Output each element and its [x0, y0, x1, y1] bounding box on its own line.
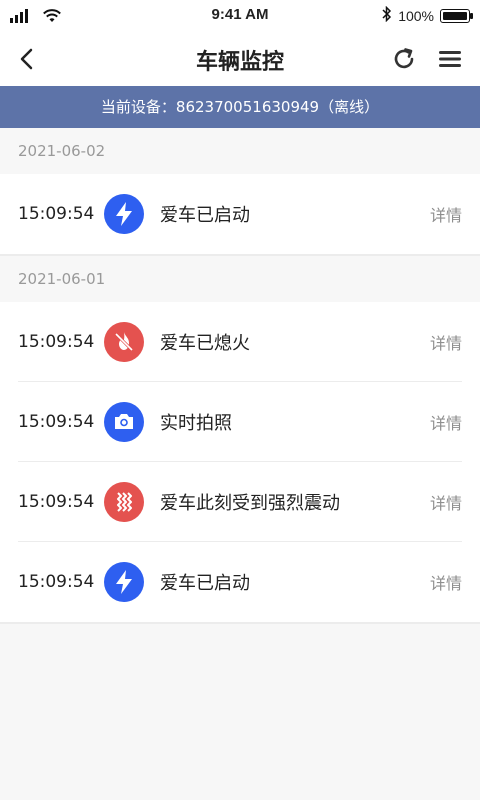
- event-time: 15:09:54: [18, 492, 95, 512]
- event-time: 15:09:54: [18, 412, 95, 432]
- date-header: 2021-06-01: [0, 256, 480, 302]
- battery-percent: 100%: [398, 7, 434, 24]
- detail-link[interactable]: 详情: [430, 330, 462, 354]
- event-text: 爱车已熄火: [160, 333, 250, 354]
- event-group: 15:09:54 爱车已启动 详情: [0, 174, 480, 254]
- refresh-icon[interactable]: [390, 45, 418, 73]
- detail-link[interactable]: 详情: [430, 570, 462, 594]
- event-row[interactable]: 15:09:54 爱车已熄火 详情: [0, 302, 480, 382]
- event-row[interactable]: 15:09:54 爱车已启动 详情: [0, 174, 480, 254]
- event-text: 爱车已启动: [160, 205, 250, 226]
- event-group: 15:09:54 爱车已熄火 详情 15:09:54 实时拍照 详情 15:09…: [0, 302, 480, 622]
- device-banner: 当前设备：862370051630949（离线）: [0, 86, 480, 128]
- menu-icon[interactable]: [436, 45, 464, 73]
- vibration-icon: [104, 482, 144, 522]
- lightning-icon: [104, 562, 144, 602]
- event-text: 爱车已启动: [160, 573, 250, 594]
- flame-off-icon: [104, 322, 144, 362]
- event-text: 实时拍照: [160, 413, 232, 434]
- nav-bar: 车辆监控: [0, 32, 480, 86]
- bluetooth-icon: [382, 5, 392, 25]
- event-time: 15:09:54: [18, 332, 95, 352]
- event-list: 2021-06-02 15:09:54 爱车已启动 详情 2021-06-01 …: [0, 128, 480, 624]
- lightning-icon: [104, 194, 144, 234]
- event-row[interactable]: 15:09:54 实时拍照 详情: [0, 382, 480, 462]
- divider: [0, 622, 480, 624]
- event-row[interactable]: 15:09:54 爱车此刻受到强烈震动 详情: [0, 462, 480, 542]
- detail-link[interactable]: 详情: [430, 202, 462, 226]
- event-time: 15:09:54: [18, 204, 95, 224]
- detail-link[interactable]: 详情: [430, 490, 462, 514]
- battery-icon: [440, 8, 473, 23]
- event-text: 爱车此刻受到强烈震动: [160, 493, 340, 514]
- camera-icon: [104, 402, 144, 442]
- event-row[interactable]: 15:09:54 爱车已启动 详情: [0, 542, 480, 622]
- detail-link[interactable]: 详情: [430, 410, 462, 434]
- event-time: 15:09:54: [18, 572, 95, 592]
- status-bar: 9:41 AM 100%: [0, 0, 480, 32]
- date-header: 2021-06-02: [0, 128, 480, 174]
